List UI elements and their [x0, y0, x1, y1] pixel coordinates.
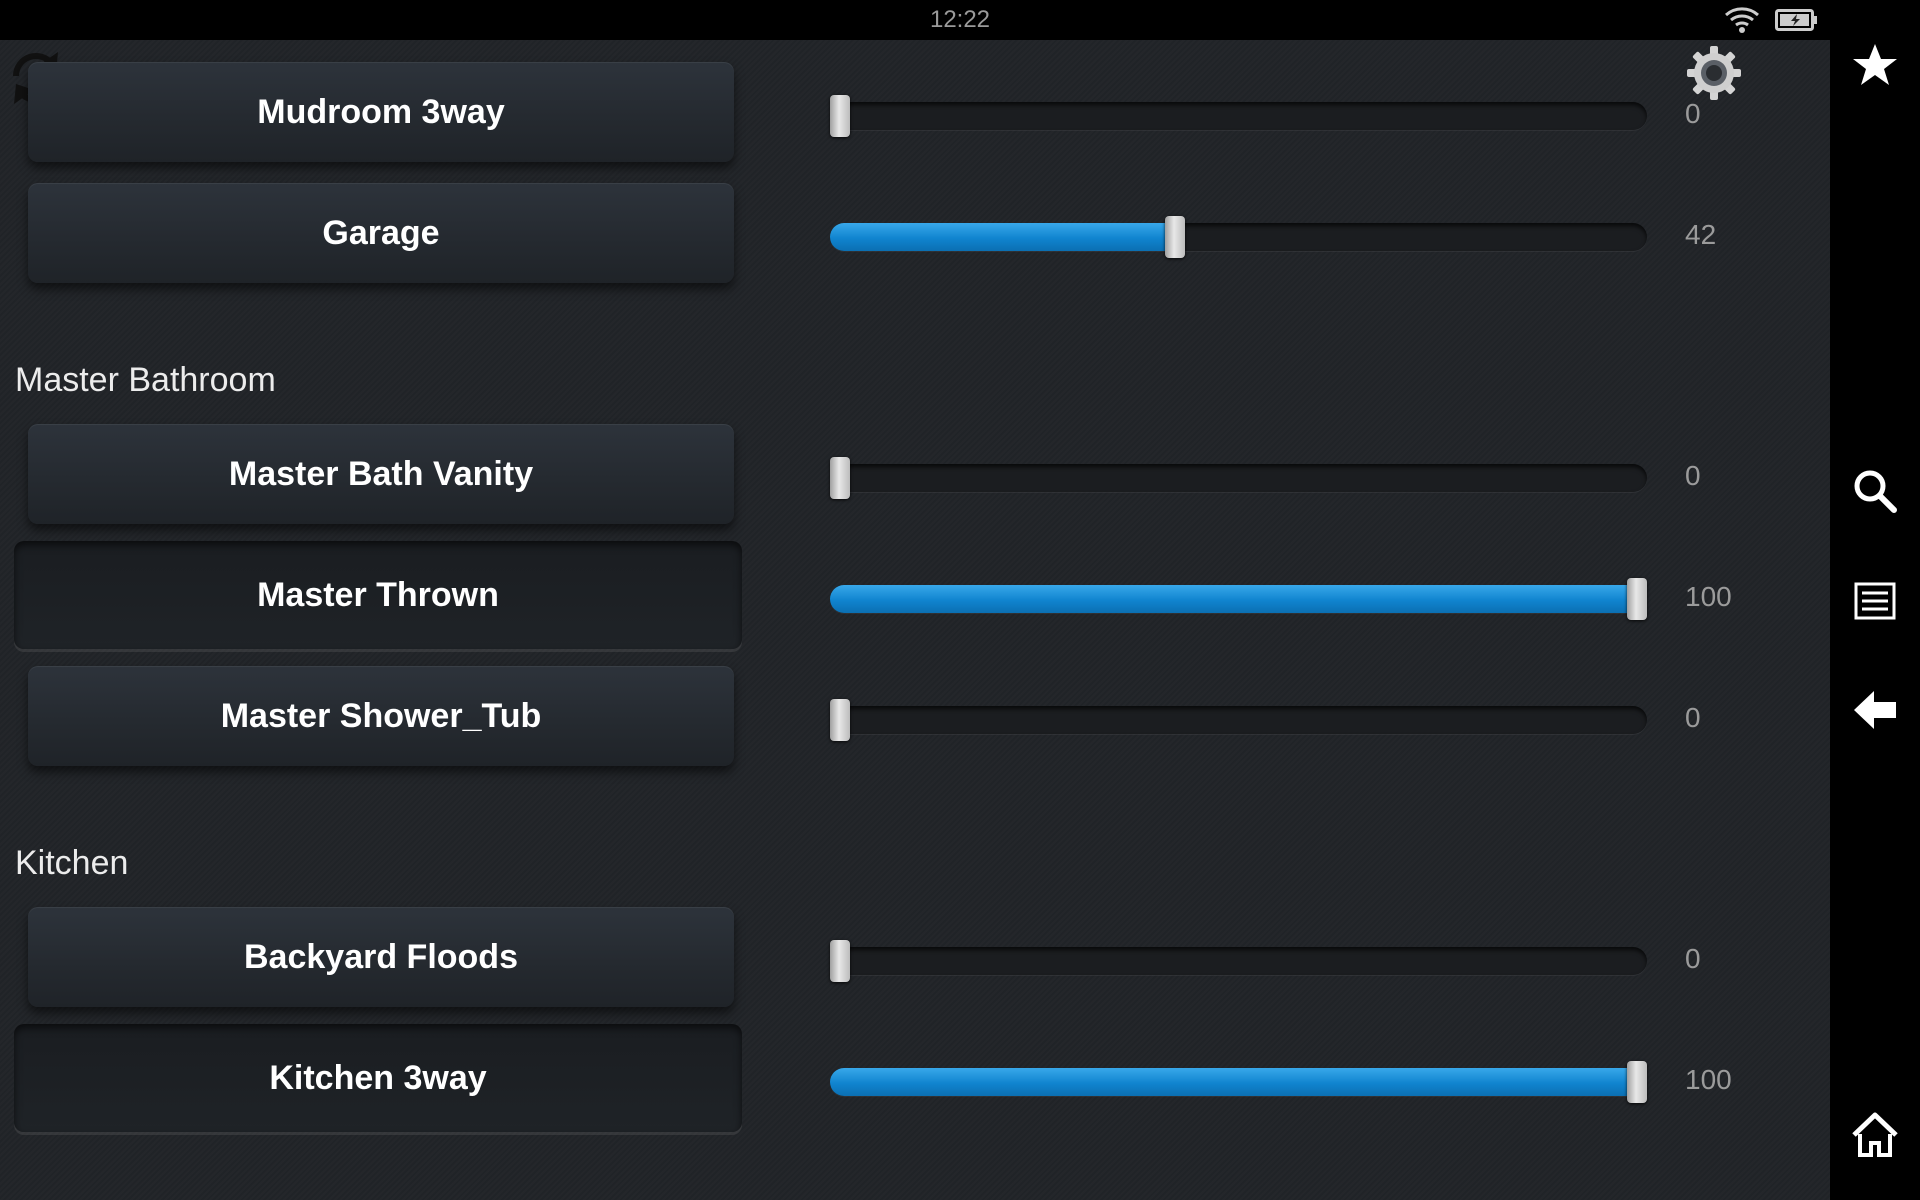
status-clock: 12:22 — [929, 6, 991, 33]
level-value: 100 — [1685, 581, 1732, 612]
level-value: 0 — [1685, 98, 1701, 129]
device-toggle-button[interactable]: Backyard Floods — [28, 907, 734, 1007]
slider-thumb[interactable] — [830, 457, 850, 499]
dimmer-slider[interactable] — [830, 216, 1647, 258]
dimmer-slider[interactable] — [830, 457, 1647, 499]
main-content[interactable]: Mudroom 3way 0 Garage 42 Master Bathroom Mast… — [0, 40, 1830, 1200]
section-header: Kitchen — [15, 844, 129, 882]
device-row: Mudroom 3way 0 — [0, 52, 1830, 172]
device-row: Master Bath Vanity 0 — [0, 414, 1830, 534]
device-toggle-button[interactable]: Master Thrown — [14, 541, 742, 649]
home-icon[interactable] — [1850, 1110, 1900, 1160]
system-nav-bar — [1830, 0, 1920, 1200]
slider-fill — [830, 585, 1647, 613]
dimmer-slider[interactable] — [830, 95, 1647, 137]
wifi-icon — [1725, 7, 1759, 33]
device-row: Backyard Floods 0 — [0, 897, 1830, 1017]
battery-icon — [1775, 9, 1817, 31]
level-value: 100 — [1685, 1064, 1732, 1095]
dimmer-slider[interactable] — [830, 940, 1647, 982]
slider-thumb[interactable] — [830, 95, 850, 137]
slider-fill — [830, 1068, 1647, 1096]
level-value: 0 — [1685, 702, 1701, 733]
dimmer-slider[interactable] — [830, 578, 1647, 620]
device-toggle-button[interactable]: Master Shower_Tub — [28, 666, 734, 766]
dimmer-slider[interactable] — [830, 699, 1647, 741]
slider-thumb[interactable] — [1164, 216, 1185, 258]
star-icon[interactable] — [1850, 40, 1900, 90]
slider-fill — [830, 223, 1174, 251]
level-value: 0 — [1685, 943, 1701, 974]
device-row: Garage 42 — [0, 173, 1830, 293]
device-row: Master Thrown 100 — [0, 535, 1830, 655]
device-toggle-button[interactable]: Garage — [28, 183, 734, 283]
slider-thumb[interactable] — [830, 699, 850, 741]
level-value: 0 — [1685, 460, 1701, 491]
status-bar: 12:22 — [0, 0, 1830, 40]
device-toggle-button[interactable]: Kitchen 3way — [14, 1024, 742, 1132]
slider-thumb[interactable] — [830, 940, 850, 982]
menu-icon[interactable] — [1850, 576, 1900, 626]
dimmer-slider[interactable] — [830, 1061, 1647, 1103]
slider-thumb[interactable] — [1627, 578, 1647, 620]
device-toggle-button[interactable]: Master Bath Vanity — [28, 424, 734, 524]
slider-thumb[interactable] — [1627, 1061, 1647, 1103]
level-value: 42 — [1685, 219, 1717, 250]
search-icon[interactable] — [1850, 466, 1900, 516]
back-arrow-icon[interactable] — [1850, 685, 1900, 735]
section-header: Master Bathroom — [15, 361, 276, 399]
device-row: Kitchen 3way 100 — [0, 1018, 1830, 1138]
device-toggle-button[interactable]: Mudroom 3way — [28, 62, 734, 162]
device-row: Master Shower_Tub 0 — [0, 656, 1830, 776]
